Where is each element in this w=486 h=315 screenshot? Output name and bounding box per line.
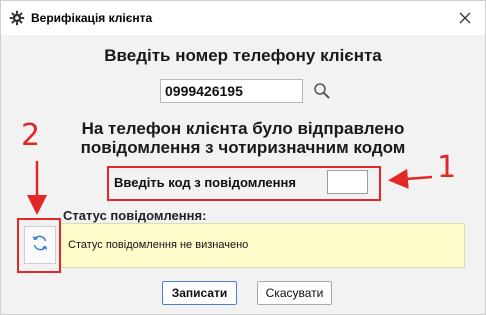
save-button[interactable]: Записати — [162, 281, 237, 305]
annotation-marker-2: 2 — [21, 118, 41, 153]
gear-icon — [9, 10, 25, 26]
title-bar: Верифікація клієнта — [1, 1, 485, 35]
status-text: Статус повідомлення не визначено — [68, 239, 249, 251]
sent-message-line-1: На телефон клієнта було відправлено — [81, 119, 405, 138]
status-label: Статус повідомлення: — [63, 208, 207, 223]
search-icon[interactable] — [311, 80, 333, 102]
annotation-arrow-1 — [388, 168, 433, 189]
phone-input[interactable] — [160, 79, 303, 103]
refresh-button[interactable] — [24, 226, 56, 264]
code-label: Введіть код з повідомлення — [114, 175, 296, 190]
window-title: Верифікація клієнта — [31, 11, 153, 25]
sent-message: На телефон клієнта було відправлено пові… — [1, 119, 485, 157]
phone-heading: Введіть номер телефону клієнта — [104, 46, 382, 65]
annotation-marker-1: 1 — [437, 150, 457, 185]
code-input[interactable] — [327, 170, 368, 194]
sent-message-line-2: повідомлення з чотиризначним кодом — [80, 138, 406, 157]
cancel-button[interactable]: Скасувати — [257, 281, 332, 305]
dialog-window: Верифікація клієнта Введіть номер телефо… — [0, 0, 486, 315]
refresh-icon — [31, 234, 49, 257]
close-icon[interactable] — [453, 6, 477, 30]
